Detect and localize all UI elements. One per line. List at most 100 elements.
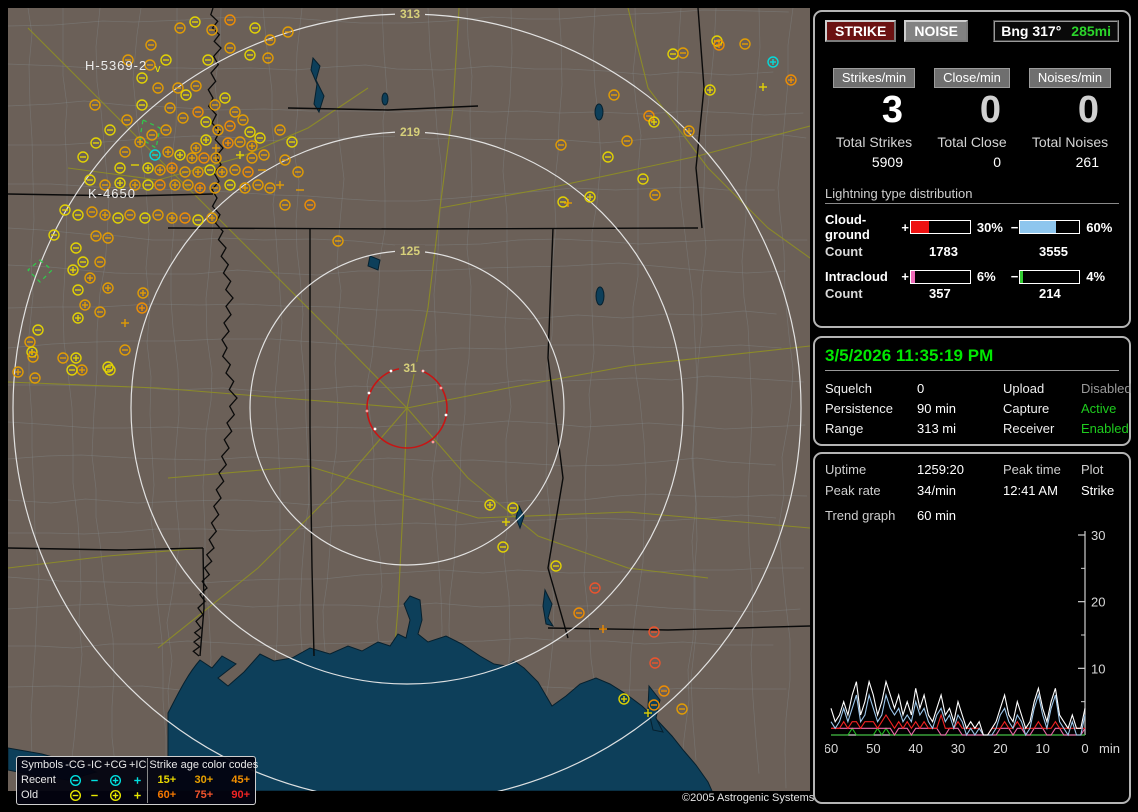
uptime-value: 1259:20 (917, 462, 1003, 477)
cloud-ground-row: Cloud-ground + 30% − 60% (825, 212, 1119, 242)
count-label: Count (825, 244, 929, 259)
total-close-label: Total Close (923, 134, 1021, 150)
close-column: Close/min 0 Total Close 0 (923, 68, 1021, 170)
legend-symbols-header: Symbols (20, 758, 64, 773)
svg-text:20: 20 (1091, 595, 1105, 610)
persistence-value: 90 min (917, 401, 1003, 416)
age-45: 45+ (222, 773, 259, 788)
peak-rate-label: Peak rate (825, 483, 917, 498)
age-15: 15+ (148, 773, 185, 788)
legend-header-row: Symbols -CG -IC +CG +IC Strike age color… (20, 758, 259, 773)
total-strikes-value: 5909 (825, 154, 923, 170)
strikes-per-min-chip: Strikes/min (833, 68, 915, 88)
svg-text:20: 20 (993, 741, 1007, 756)
capture-status: Active (1081, 401, 1132, 416)
intracloud-label: Intracloud (825, 269, 900, 284)
recent-cg-pos-icon (103, 773, 128, 788)
noises-per-min-chip: Noises/min (1029, 68, 1111, 88)
legend-old-row: Old 60+ 75+ 90+ (20, 788, 259, 803)
recent-ic-neg-icon (86, 773, 103, 788)
svg-text:30: 30 (951, 741, 965, 756)
recent-cg-neg-icon (64, 773, 86, 788)
upload-status: Disabled (1081, 381, 1132, 396)
legend-old-label: Old (20, 788, 64, 803)
bearing-readout: Bng 317°285mi (993, 20, 1119, 42)
svg-text:125: 125 (400, 244, 420, 258)
svg-text:31: 31 (403, 361, 417, 375)
symbol-legend: Symbols -CG -IC +CG +IC Strike age color… (16, 756, 256, 805)
cg-pos-bar (910, 220, 971, 234)
trend-graph-chart: 1020306050403020100min (825, 523, 1125, 773)
range-label: Range (825, 421, 917, 436)
receiver-status: Enabled (1081, 421, 1132, 436)
svg-text:219: 219 (400, 125, 420, 139)
svg-text:K-4650: K-4650 (88, 186, 136, 201)
ic-neg-percent: 4% (1086, 269, 1119, 284)
strike-mode-button[interactable]: STRIKE (825, 20, 896, 42)
svg-text:0: 0 (1081, 741, 1088, 756)
upload-label: Upload (1003, 381, 1081, 396)
recent-ic-pos-icon (128, 773, 148, 788)
datetime-display: 3/5/2026 11:35:19 PM (825, 346, 1119, 371)
legend-col-ic-neg: -IC (86, 758, 103, 773)
distribution-header: Lightning type distribution (825, 186, 1119, 204)
peak-time-label: Peak time (1003, 462, 1081, 477)
ic-neg-count: 214 (1039, 286, 1061, 301)
trend-graph-label: Trend graph (825, 508, 909, 523)
intracloud-count-row: Count 357 214 (825, 286, 1119, 301)
plus-sign: + (900, 220, 910, 235)
svg-text:H-5369-2: H-5369-2 (85, 58, 147, 73)
cg-pos-percent: 30% (977, 220, 1010, 235)
svg-text:10: 10 (1035, 741, 1049, 756)
cg-neg-bar (1019, 220, 1080, 234)
plot-value: Strike (1081, 483, 1119, 498)
cg-neg-count: 3555 (1039, 244, 1068, 259)
age-60: 60+ (148, 788, 185, 803)
trend-graph-value: 60 min (917, 508, 956, 523)
ic-pos-bar (910, 270, 971, 284)
svg-text:313: 313 (400, 8, 420, 21)
svg-text:60: 60 (825, 741, 838, 756)
legend-col-ic-pos: +IC (128, 758, 148, 773)
cg-pos-count: 1783 (929, 244, 1039, 259)
uptime-label: Uptime (825, 462, 917, 477)
ic-neg-bar (1019, 270, 1080, 284)
peak-rate-value: 34/min (917, 483, 1003, 498)
ic-pos-count: 357 (929, 286, 1039, 301)
ic-pos-percent: 6% (977, 269, 1010, 284)
minus-sign: − (1010, 269, 1020, 284)
noise-mode-button[interactable]: NOISE (904, 20, 968, 42)
status-panel: 3/5/2026 11:35:19 PM Squelch 0 Upload Di… (813, 336, 1131, 446)
plus-sign: + (900, 269, 910, 284)
app-window: { "map": { "copyright": "©2005 Astrogeni… (0, 0, 1138, 812)
svg-text:30: 30 (1091, 528, 1105, 543)
statistics-panel: Uptime 1259:20 Peak time Plot Peak rate … (813, 452, 1131, 804)
old-cg-neg-icon (64, 788, 86, 803)
total-noises-label: Total Noises (1021, 134, 1119, 150)
count-label: Count (825, 286, 929, 301)
lightning-map[interactable]: 31321912531H-5369-2vK-4650 (8, 8, 810, 791)
age-75: 75+ (185, 788, 222, 803)
receiver-label: Receiver (1003, 421, 1081, 436)
svg-text:50: 50 (866, 741, 880, 756)
bearing-value: Bng 317° (1001, 23, 1061, 39)
old-ic-neg-icon (86, 788, 103, 803)
strikes-per-min-value: 3 (825, 88, 923, 132)
plot-label: Plot (1081, 462, 1119, 477)
squelch-label: Squelch (825, 381, 917, 396)
persistence-label: Persistence (825, 401, 917, 416)
svg-text:40: 40 (908, 741, 922, 756)
cloud-ground-label: Cloud-ground (825, 212, 900, 242)
noises-column: Noises/min 0 Total Noises 261 (1021, 68, 1119, 170)
capture-label: Capture (1003, 401, 1081, 416)
map-canvas[interactable]: 31321912531H-5369-2vK-4650 (8, 8, 810, 791)
peak-time-value: 12:41 AM (1003, 483, 1081, 498)
total-strikes-label: Total Strikes (825, 134, 923, 150)
legend-recent-label: Recent (20, 773, 64, 788)
squelch-value: 0 (917, 381, 1003, 396)
copyright-text: ©2005 Astrogenic Systems (682, 792, 814, 804)
strike-counters-panel: STRIKE NOISE Bng 317°285mi Strikes/min 3… (813, 10, 1131, 328)
close-per-min-value: 0 (923, 88, 1021, 132)
legend-recent-row: Recent 15+ 30+ 45+ (20, 773, 259, 788)
strikes-column: Strikes/min 3 Total Strikes 5909 (825, 68, 923, 170)
